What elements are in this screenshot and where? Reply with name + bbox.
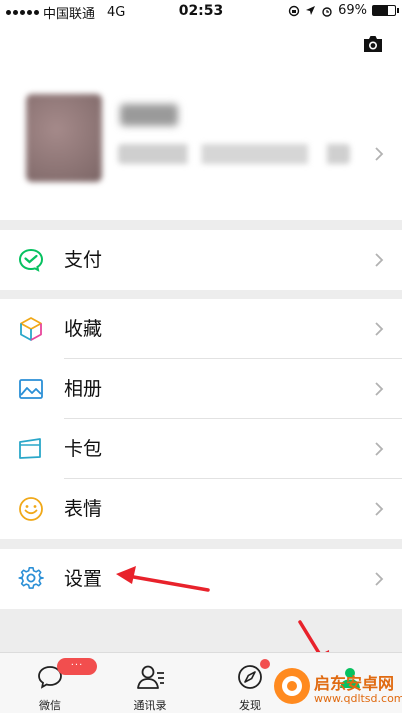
- menu-item-favorites[interactable]: 收藏: [0, 299, 402, 359]
- compass-icon: [238, 665, 262, 689]
- camera-icon[interactable]: [362, 34, 384, 54]
- chevron-right-icon: [375, 322, 384, 336]
- menu-label-pay: 支付: [64, 249, 103, 271]
- annotation-arrow-settings: [116, 566, 210, 592]
- rotation-lock-icon: [288, 5, 300, 16]
- status-right: 69%: [288, 3, 399, 18]
- content-section: 收藏 相册 卡包 表情: [0, 299, 402, 539]
- contacts-icon: [137, 665, 164, 689]
- chevron-right-icon: [375, 147, 384, 161]
- favorites-cube-icon: [20, 317, 42, 341]
- battery-icon: [372, 5, 399, 16]
- tab-chats[interactable]: ··· 微信: [0, 653, 100, 713]
- gear-icon: [18, 567, 44, 589]
- chevron-right-icon: [375, 382, 384, 396]
- tab-label-chats: 微信: [39, 699, 61, 712]
- menu-label-stickers: 表情: [64, 498, 103, 520]
- menu-label-settings: 设置: [64, 568, 103, 590]
- site-watermark: 启东安卓网 www.qdltsd.com: [270, 660, 402, 713]
- card-wallet-icon: [19, 438, 41, 459]
- profile-header[interactable]: [0, 22, 402, 220]
- menu-item-pay[interactable]: 支付: [0, 230, 402, 290]
- pay-icon: [18, 248, 44, 272]
- chevron-right-icon: [375, 253, 384, 267]
- chevron-right-icon: [375, 502, 384, 516]
- chevron-right-icon: [375, 442, 384, 456]
- chats-unread-badge: ···: [57, 658, 97, 675]
- avatar[interactable]: [26, 94, 102, 182]
- tab-contacts[interactable]: 通讯录: [100, 653, 200, 713]
- watermark-title: 启东安卓网: [314, 674, 395, 693]
- menu-label-favorites: 收藏: [64, 318, 103, 340]
- pay-section: 支付: [0, 230, 402, 290]
- location-icon: [306, 6, 316, 15]
- sticker-smile-icon: [19, 497, 43, 521]
- chevron-right-icon: [375, 572, 384, 586]
- watermark-logo-icon: [274, 668, 310, 704]
- menu-label-album: 相册: [64, 378, 103, 400]
- menu-label-cards: 卡包: [64, 438, 103, 460]
- discover-notification-dot: [260, 659, 270, 669]
- battery-percent: 69%: [338, 3, 367, 18]
- menu-item-stickers[interactable]: 表情: [0, 479, 402, 539]
- menu-item-album[interactable]: 相册: [0, 359, 402, 419]
- tab-label-contacts: 通讯录: [133, 699, 167, 712]
- blurred-nickname: [120, 104, 178, 126]
- watermark-url: www.qdltsd.com: [314, 692, 402, 705]
- status-bar: 中国联通 4G 02:53 69%: [0, 0, 402, 22]
- alarm-icon: [322, 6, 332, 17]
- battery-fill: [373, 6, 389, 15]
- blurred-account-id: [118, 144, 350, 164]
- menu-item-cards[interactable]: 卡包: [0, 419, 402, 479]
- album-icon: [19, 379, 43, 399]
